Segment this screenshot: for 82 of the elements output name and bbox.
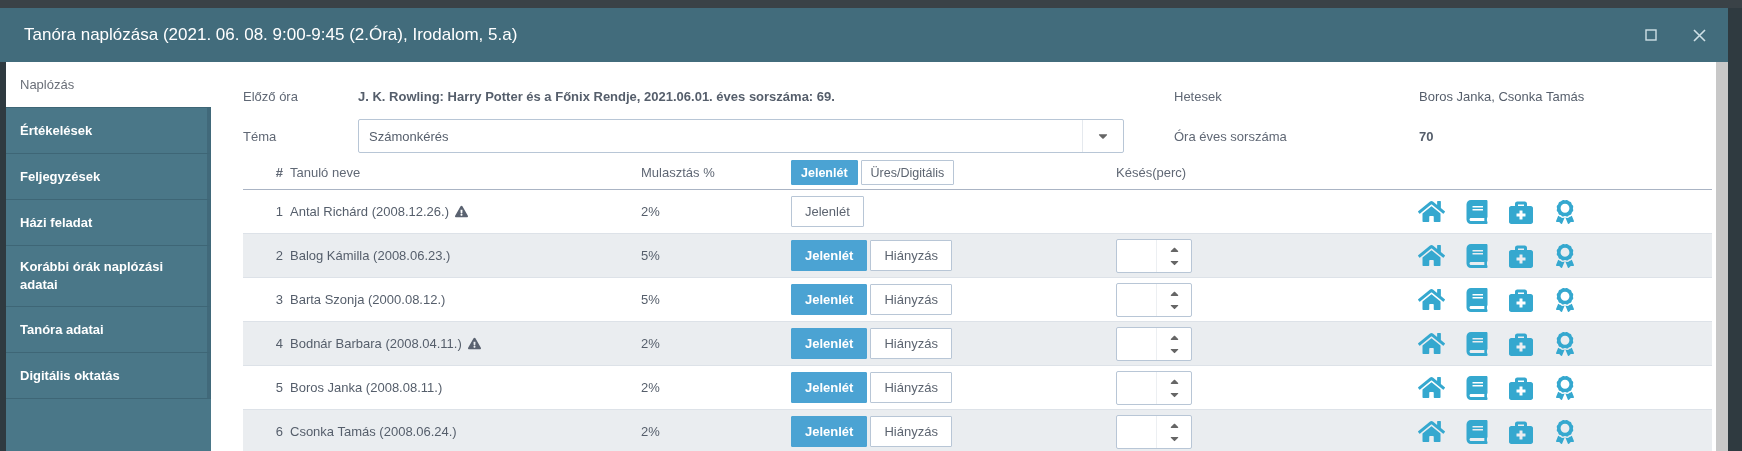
home-icon[interactable] [1418, 286, 1445, 313]
absence-percent: 2% [641, 424, 661, 439]
row-number: 6 [274, 424, 284, 439]
sidebar-item[interactable]: Naplózás [6, 62, 211, 108]
student-name: Balog Kámilla (2008.06.23.) [290, 248, 451, 263]
award-ribbon-icon[interactable] [1553, 331, 1577, 356]
home-icon[interactable] [1418, 198, 1445, 225]
award-ribbon-icon[interactable] [1553, 199, 1577, 224]
home-icon[interactable] [1418, 374, 1445, 401]
column-header: Tanuló neve [290, 165, 362, 180]
lateness-input[interactable] [1116, 326, 1192, 361]
medical-kit-icon[interactable] [1509, 375, 1533, 400]
field-label: Téma [243, 128, 278, 144]
column-header: Késés(perc) [1116, 165, 1188, 180]
monitors-value: Boros Janka, Csonka Tamás [1419, 88, 1586, 104]
attendance-button[interactable]: Jelenlét [791, 372, 868, 403]
column-header: Mulasztás % [641, 165, 716, 180]
home-icon[interactable] [1418, 330, 1445, 357]
sidebar-item[interactable]: Digitális oktatás [6, 353, 211, 399]
field-label: Hetesek [1174, 88, 1223, 104]
field-label: Óra éves sorszáma [1174, 128, 1288, 144]
absence-percent: 2% [641, 336, 661, 351]
books-icon[interactable] [1465, 287, 1489, 312]
attendance-button[interactable]: Jelenlét [791, 284, 868, 315]
attendance-button[interactable]: Jelenlét [791, 328, 868, 359]
field-label: Előző óra [243, 88, 299, 104]
lesson-number-value: 70 [1419, 128, 1435, 144]
row-number: 2 [274, 248, 284, 263]
student-name: Bodnár Barbara (2008.04.11.) [290, 336, 462, 351]
medical-kit-icon[interactable] [1509, 419, 1533, 444]
column-header: # [274, 165, 284, 180]
lateness-input[interactable] [1116, 414, 1192, 449]
attendance-button[interactable]: Jelenlét [791, 416, 868, 447]
lateness-input[interactable] [1116, 282, 1192, 317]
lateness-input[interactable] [1116, 238, 1192, 273]
attendance-button[interactable]: Hiányzás [870, 328, 952, 359]
medical-kit-icon[interactable] [1509, 331, 1533, 356]
absence-percent: 2% [641, 380, 661, 395]
award-ribbon-icon[interactable] [1553, 419, 1577, 444]
medical-kit-icon[interactable] [1509, 199, 1533, 224]
sidebar-item[interactable]: Korábbi órák naplózási adatai [6, 246, 211, 307]
attendance-button[interactable]: Hiányzás [870, 372, 952, 403]
award-ribbon-icon[interactable] [1553, 287, 1577, 312]
home-icon[interactable] [1418, 242, 1445, 269]
award-ribbon-icon[interactable] [1553, 375, 1577, 400]
student-name: Csonka Tamás (2008.06.24.) [290, 424, 457, 439]
sidebar-item[interactable]: Feljegyzések [6, 154, 211, 200]
absence-percent: 5% [641, 248, 661, 263]
books-icon[interactable] [1465, 419, 1489, 444]
student-name: Antal Richárd (2008.12.26.) [290, 204, 449, 219]
absence-percent: 2% [641, 204, 661, 219]
row-number: 1 [274, 204, 284, 219]
attendance-button[interactable]: Hiányzás [870, 240, 952, 271]
row-number: 5 [274, 380, 284, 395]
toggle-button[interactable]: Jelenlét [791, 160, 858, 185]
attendance-button[interactable]: Jelenlét [791, 240, 868, 271]
medical-kit-icon[interactable] [1509, 287, 1533, 312]
books-icon[interactable] [1465, 243, 1489, 268]
sidebar-item[interactable]: Értékelések [6, 108, 211, 154]
books-icon[interactable] [1465, 199, 1489, 224]
sidebar-item[interactable]: Tanóra adatai [6, 307, 211, 353]
previous-lesson-value: J. K. Rowling: Harry Potter és a Főnix Rendje, 2021.06.01. éves sorszáma: 69. [358, 88, 836, 104]
close-button[interactable] [1693, 28, 1706, 42]
toggle-button[interactable]: Üres/Digitális [860, 160, 955, 185]
row-number: 3 [274, 292, 284, 307]
topic-select[interactable]: Számonkérés [358, 119, 1124, 153]
row-number: 4 [274, 336, 284, 351]
books-icon[interactable] [1465, 375, 1489, 400]
books-icon[interactable] [1465, 331, 1489, 356]
medical-kit-icon[interactable] [1509, 243, 1533, 268]
attendance-button[interactable]: Hiányzás [870, 284, 952, 315]
award-ribbon-icon[interactable] [1553, 243, 1577, 268]
attendance-button[interactable]: Jelenlét [791, 196, 864, 227]
lateness-input[interactable] [1116, 370, 1192, 405]
student-name: Boros Janka (2008.08.11.) [290, 380, 443, 395]
student-name: Barta Szonja (2000.08.12.) [290, 292, 446, 307]
absence-percent: 5% [641, 292, 661, 307]
attendance-button[interactable]: Hiányzás [870, 416, 952, 447]
maximize-button[interactable] [1645, 29, 1657, 41]
sidebar-item[interactable]: Házi feladat [6, 200, 211, 246]
home-icon[interactable] [1418, 418, 1445, 445]
window-title: Tanóra naplózása (2021. 06. 08. 9:00-9:45 (2.Óra), Irodalom, 5.a) [24, 25, 519, 45]
